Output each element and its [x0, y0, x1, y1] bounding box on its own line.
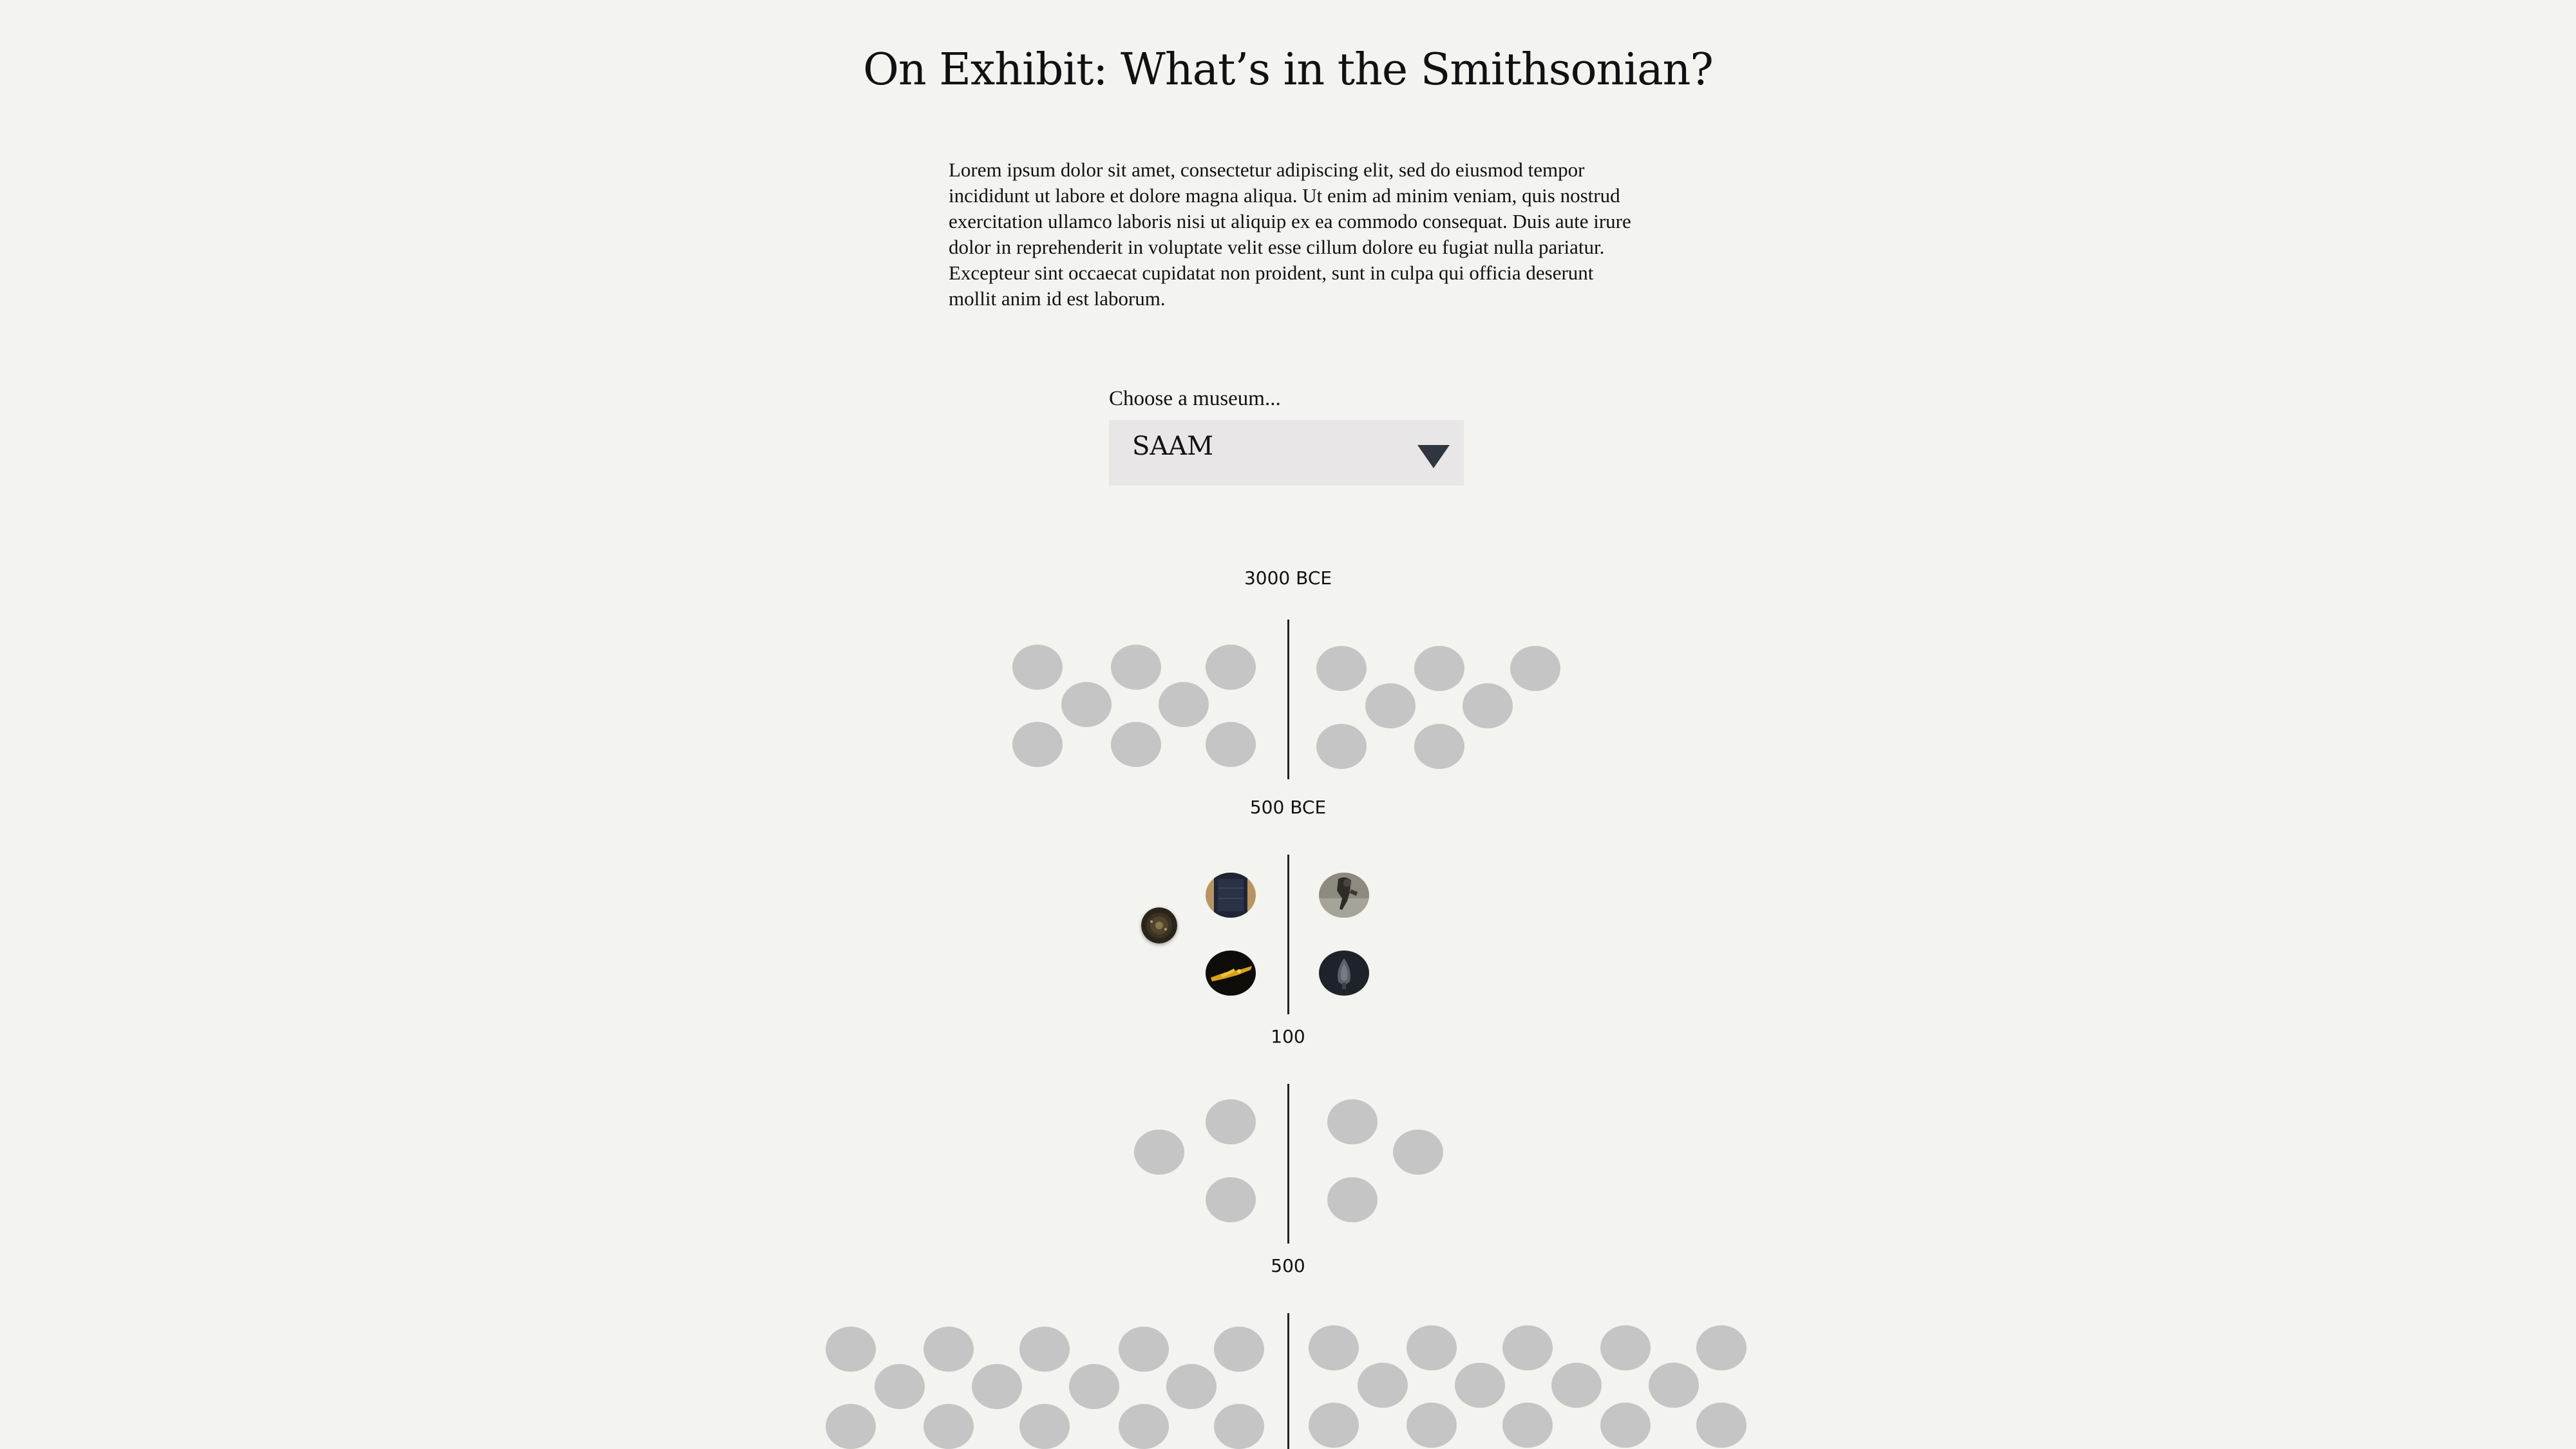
page-title: On Exhibit: What’s in the Smithsonian?	[863, 44, 1714, 95]
intro-paragraph: Lorem ipsum dolor sit amet, consectetur …	[949, 158, 1631, 310]
museum-select-value: SAAM	[1132, 431, 1214, 461]
artifact-dot[interactable]	[1069, 1364, 1119, 1409]
timeline-line	[1287, 855, 1289, 1014]
artifact-image	[1319, 873, 1369, 918]
artifact-dot[interactable]	[1316, 646, 1367, 691]
artifact-thumbnail[interactable]	[1206, 873, 1256, 918]
artifact-dot[interactable]	[1327, 1177, 1378, 1222]
era-label: 500 BCE	[1249, 797, 1327, 818]
artifact-dot[interactable]	[923, 1327, 974, 1372]
artifact-image	[1206, 951, 1256, 996]
artifact-image	[1206, 873, 1256, 918]
artifact-dot[interactable]	[923, 1404, 974, 1449]
artifact-dot[interactable]	[1119, 1327, 1169, 1372]
artifact-dot[interactable]	[826, 1404, 876, 1449]
era-label: 500	[1271, 1255, 1305, 1276]
artifact-thumbnail[interactable]	[1319, 873, 1369, 918]
era-label: 100	[1271, 1026, 1305, 1047]
artifact-dot[interactable]	[1414, 724, 1464, 769]
artifact-dot[interactable]	[1019, 1327, 1070, 1372]
timeline-line	[1287, 1084, 1289, 1244]
artifact-thumbnail[interactable]	[1141, 907, 1177, 943]
artifact-dot[interactable]	[1111, 645, 1161, 690]
artifact-dot[interactable]	[1061, 682, 1112, 727]
artifact-dot[interactable]	[1166, 1364, 1217, 1409]
artifact-dot[interactable]	[1119, 1404, 1169, 1449]
artifact-dot[interactable]	[1159, 682, 1209, 727]
artifact-dot[interactable]	[1019, 1404, 1070, 1449]
artifact-dot[interactable]	[1502, 1403, 1553, 1448]
artifact-dot[interactable]	[1316, 724, 1367, 769]
artifact-image	[1141, 907, 1177, 943]
artifact-dot[interactable]	[1406, 1403, 1457, 1448]
artifact-dot[interactable]	[1134, 1130, 1184, 1175]
artifact-dot[interactable]	[1551, 1363, 1602, 1408]
artifact-dot[interactable]	[1012, 722, 1063, 767]
timeline-line	[1287, 620, 1289, 779]
chevron-down-icon[interactable]	[1417, 445, 1450, 468]
artifact-dot[interactable]	[826, 1327, 876, 1372]
museum-select[interactable]: SAAM	[1109, 420, 1464, 486]
artifact-dot[interactable]	[1502, 1325, 1553, 1370]
artifact-dot[interactable]	[1510, 646, 1560, 691]
artifact-dot[interactable]	[1414, 646, 1464, 691]
museum-select-label: Choose a museum...	[1109, 387, 1281, 410]
timeline-line	[1287, 1313, 1289, 1449]
artifact-dot[interactable]	[1600, 1403, 1651, 1448]
artifact-dot[interactable]	[1696, 1325, 1747, 1370]
artifact-thumbnail[interactable]	[1206, 951, 1256, 996]
artifact-dot[interactable]	[1012, 645, 1063, 690]
artifact-thumbnail[interactable]	[1319, 951, 1369, 996]
artifact-dot[interactable]	[1406, 1325, 1457, 1370]
artifact-dot[interactable]	[1463, 683, 1513, 728]
artifact-dot[interactable]	[972, 1364, 1022, 1409]
artifact-dot[interactable]	[1365, 683, 1416, 728]
artifact-dot[interactable]	[1455, 1363, 1505, 1408]
artifact-dot[interactable]	[1206, 1177, 1256, 1222]
artifact-dot[interactable]	[1309, 1403, 1359, 1448]
artifact-dot[interactable]	[1696, 1403, 1747, 1448]
artifact-dot[interactable]	[1214, 1327, 1264, 1372]
era-label: 3000 BCE	[1244, 567, 1332, 589]
artifact-dot[interactable]	[1206, 1099, 1256, 1144]
artifact-dot[interactable]	[875, 1364, 925, 1409]
artifact-dot[interactable]	[1309, 1325, 1359, 1370]
artifact-dot[interactable]	[1206, 645, 1256, 690]
artifact-dot[interactable]	[1206, 722, 1256, 767]
artifact-dot[interactable]	[1111, 722, 1161, 767]
artifact-dot[interactable]	[1214, 1404, 1264, 1449]
artifact-dot[interactable]	[1393, 1130, 1443, 1175]
artifact-dot[interactable]	[1327, 1099, 1378, 1144]
artifact-dot[interactable]	[1649, 1363, 1699, 1408]
artifact-dot[interactable]	[1358, 1363, 1408, 1408]
artifact-image	[1319, 951, 1369, 996]
artifact-dot[interactable]	[1600, 1325, 1651, 1370]
